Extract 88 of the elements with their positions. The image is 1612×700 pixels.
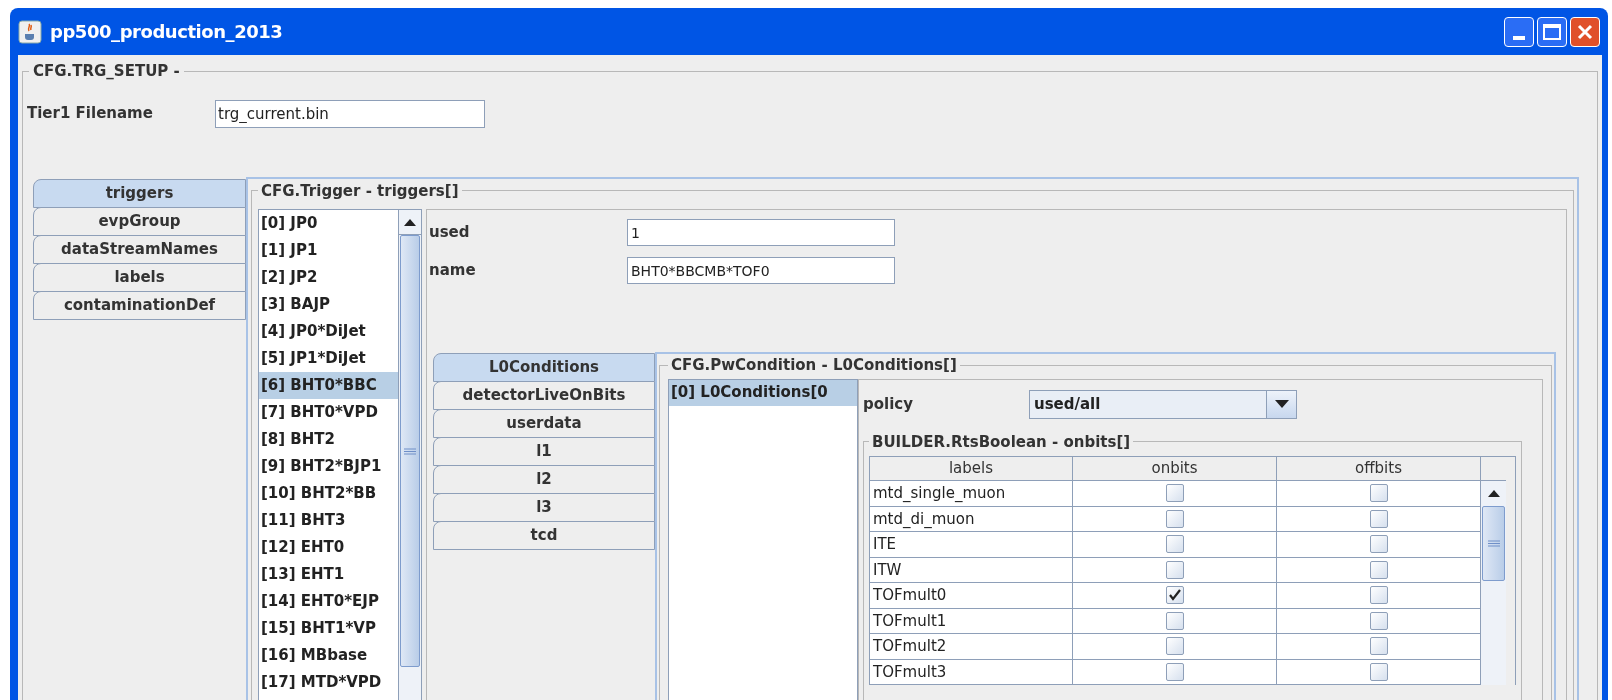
field-label: used	[429, 222, 471, 244]
tab[interactable]: dataStreamNames	[33, 234, 246, 264]
list-item[interactable]: [0] L0Conditions[0	[669, 379, 857, 406]
checkbox[interactable]	[1165, 484, 1184, 503]
table-cell: mtd_single_muon	[870, 481, 1073, 507]
group-title: BUILDER.RtsBoolean - onbits[]	[871, 431, 1132, 453]
list-item[interactable]: [17] MTD*VPD	[259, 669, 398, 696]
list-item[interactable]: [2] JP2	[259, 264, 398, 291]
tab[interactable]: detectorLiveOnBits	[433, 381, 655, 410]
field-label: policy	[863, 393, 914, 415]
table-cell: ITE	[870, 532, 1073, 558]
list-item[interactable]: [7] BHT0*VPD	[259, 399, 398, 426]
tab[interactable]: contaminationDef	[33, 290, 246, 320]
list-item[interactable]: [6] BHT0*BBC	[259, 372, 398, 399]
tab[interactable]: labels	[33, 262, 246, 292]
checkbox[interactable]	[1165, 662, 1184, 681]
dropdown-value: used/all	[1033, 393, 1102, 415]
tab[interactable]: L0Conditions	[433, 353, 655, 382]
checkbox[interactable]	[1369, 509, 1388, 528]
table-cell: ITW	[870, 557, 1073, 583]
dropdown-arrow-icon	[1274, 400, 1289, 408]
minimize-icon	[1513, 35, 1525, 40]
scroll-thumb[interactable]	[400, 235, 420, 667]
tab[interactable]: evpGroup	[33, 206, 246, 236]
list-item[interactable]: [14] EHT0*EJP	[259, 588, 398, 615]
checkbox[interactable]	[1369, 662, 1388, 681]
tab[interactable]: tcd	[433, 521, 655, 550]
group-title: CFG.PwCondition - L0Conditions[]	[670, 355, 958, 376]
checkbox[interactable]	[1369, 560, 1388, 579]
column-header[interactable]: offbits	[1277, 457, 1481, 481]
maximize-button[interactable]	[1537, 16, 1567, 47]
list-item[interactable]: [11] BHT3	[259, 507, 398, 534]
table-cell: TOFmult2	[870, 634, 1073, 660]
list-item[interactable]: [0] JP0	[259, 210, 398, 237]
scrollbar[interactable]	[398, 210, 421, 700]
checkbox[interactable]	[1369, 484, 1388, 503]
list-item[interactable]: [10] BHT2*BB	[259, 480, 398, 507]
checkbox[interactable]	[1369, 586, 1388, 605]
scroll-thumb[interactable]	[1482, 506, 1505, 581]
close-icon	[1577, 23, 1593, 40]
text-field[interactable]: BHT0*BBCMB*TOF0	[627, 257, 895, 284]
list-item[interactable]: [5] JP1*DiJet	[259, 345, 398, 372]
checkbox[interactable]	[1165, 586, 1184, 605]
policy-dropdown[interactable]: used/all	[1029, 389, 1297, 419]
list-item[interactable]: [12] EHT0	[259, 534, 398, 561]
list-item[interactable]: [15] BHT1*VP	[259, 615, 398, 642]
checkbox[interactable]	[1369, 611, 1388, 630]
field-label: Tier1 Filename	[27, 103, 154, 125]
window-title: pp500_production_2013	[50, 20, 283, 44]
column-header[interactable]: labels	[870, 457, 1073, 481]
tab[interactable]: userdata	[433, 409, 655, 438]
checkbox[interactable]	[1165, 535, 1184, 554]
group-title: CFG.Trigger - triggers[]	[260, 180, 460, 202]
up-arrow-icon	[404, 218, 416, 226]
tab[interactable]: l2	[433, 465, 655, 494]
list-item[interactable]: [8] BHT2	[259, 426, 398, 453]
grip-icon	[1487, 540, 1500, 547]
tab[interactable]: triggers	[33, 178, 246, 208]
scrollbar[interactable]	[1481, 481, 1506, 685]
tab[interactable]: l1	[433, 437, 655, 466]
checkbox[interactable]	[1165, 637, 1184, 656]
table-cell: mtd_di_muon	[870, 506, 1073, 532]
list-item[interactable]: [13] EHT1	[259, 561, 398, 588]
coffee-cup-icon	[18, 19, 42, 44]
table-cell: TOFmult1	[870, 608, 1073, 634]
table-cell: TOFmult3	[870, 659, 1073, 685]
up-arrow-icon	[1487, 490, 1500, 497]
checkbox[interactable]	[1369, 535, 1388, 554]
checkbox[interactable]	[1165, 560, 1184, 579]
grip-icon	[404, 447, 416, 455]
list-item[interactable]: [16] MBbase	[259, 642, 398, 669]
minimize-button[interactable]	[1504, 16, 1534, 47]
tab[interactable]: l3	[433, 493, 655, 522]
close-button[interactable]	[1570, 16, 1600, 47]
maximize-icon	[1543, 23, 1561, 40]
checkbox[interactable]	[1369, 637, 1388, 656]
table-cell: TOFmult0	[870, 583, 1073, 609]
list-item[interactable]: [3] BAJP	[259, 291, 398, 318]
group-title: CFG.TRG_SETUP -	[32, 61, 181, 82]
text-field[interactable]: 1	[627, 219, 895, 246]
list-item[interactable]: [1] JP1	[259, 237, 398, 264]
field-label: name	[429, 260, 477, 282]
list-item[interactable]: [9] BHT2*BJP1	[259, 453, 398, 480]
checkbox[interactable]	[1165, 611, 1184, 630]
list-item[interactable]: [4] JP0*DiJet	[259, 318, 398, 345]
column-header[interactable]: onbits	[1073, 457, 1277, 481]
filename-field[interactable]: trg_current.bin	[215, 99, 485, 128]
checkbox[interactable]	[1165, 509, 1184, 528]
